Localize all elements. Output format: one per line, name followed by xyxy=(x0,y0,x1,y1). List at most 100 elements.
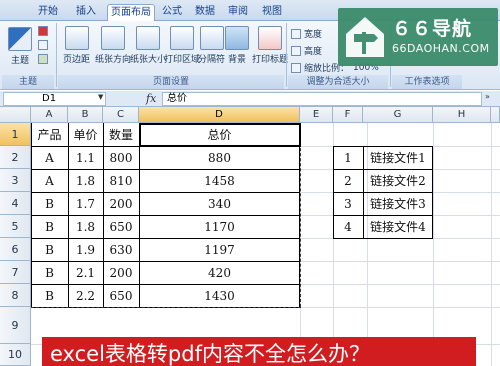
table-cell[interactable]: A xyxy=(31,169,68,192)
column-header-next[interactable] xyxy=(491,107,500,123)
formula-bar: D1 ▼ fx 总价 » xyxy=(0,91,500,107)
row-header-1[interactable]: 1 xyxy=(0,123,31,146)
column-header-f[interactable]: F xyxy=(333,107,363,123)
height-control[interactable]: 高度 xyxy=(291,44,322,57)
tab-formulas[interactable]: 公式 xyxy=(158,4,186,21)
table-cell[interactable]: 1.8 xyxy=(68,215,103,238)
group-separator xyxy=(56,23,57,87)
tab-review[interactable]: 审阅 xyxy=(224,4,252,21)
table-cell[interactable]: 650 xyxy=(103,215,139,238)
table-cell[interactable]: 1.8 xyxy=(68,169,103,192)
table-cell[interactable]: 1170 xyxy=(139,215,300,238)
link-file-4[interactable]: 链接文件4 xyxy=(363,215,433,238)
table-cell[interactable]: 1197 xyxy=(139,238,300,261)
table-cell[interactable]: 1.9 xyxy=(68,238,103,261)
table-cell[interactable]: 200 xyxy=(103,261,139,284)
table-cell[interactable]: B xyxy=(31,238,68,261)
link-number[interactable]: 2 xyxy=(333,169,363,192)
table-cell[interactable]: 1.7 xyxy=(68,192,103,215)
table-cell[interactable]: 630 xyxy=(103,238,139,261)
page-size-button[interactable]: 纸张大小 xyxy=(130,26,166,65)
table-cell[interactable]: B xyxy=(31,261,68,284)
link-number[interactable]: 1 xyxy=(333,146,363,169)
expand-formula-bar-icon[interactable]: » xyxy=(485,92,490,101)
margins-button[interactable]: 页边距 xyxy=(63,26,90,65)
breaks-icon xyxy=(199,26,224,50)
breaks-button[interactable]: 分隔符 xyxy=(198,26,225,65)
column-header-d[interactable]: D xyxy=(139,107,300,123)
width-icon xyxy=(291,28,301,39)
column-header-e[interactable]: E xyxy=(300,107,333,123)
table-cell[interactable]: 2.1 xyxy=(68,261,103,284)
print-area-button[interactable]: 打印区域 xyxy=(164,26,200,65)
background-button[interactable]: 背景 xyxy=(225,26,249,65)
row-header-7[interactable]: 7 xyxy=(0,261,31,284)
theme-effects-button[interactable] xyxy=(38,54,51,64)
link-number[interactable]: 3 xyxy=(333,192,363,215)
tab-page-layout[interactable]: 页面布局 xyxy=(107,4,155,21)
row-header-6[interactable]: 6 xyxy=(0,238,31,261)
table-header-quantity[interactable]: 数量 xyxy=(103,123,139,146)
row-header-5[interactable]: 5 xyxy=(0,215,31,238)
column-header-b[interactable]: B xyxy=(68,107,103,123)
orientation-button[interactable]: 纸张方向 xyxy=(95,26,131,65)
row-header-8[interactable]: 8 xyxy=(0,284,31,307)
logo-brand: ６６导航 xyxy=(392,18,473,40)
spreadsheet-grid[interactable]: A B C D E F G H 1 2 3 4 5 6 7 8 9 10 产品 … xyxy=(0,107,500,366)
column-header-a[interactable]: A xyxy=(31,107,68,123)
tab-home[interactable]: 开始 xyxy=(33,4,63,21)
table-header-product[interactable]: 产品 xyxy=(31,123,68,146)
column-header-c[interactable]: C xyxy=(103,107,139,123)
table-cell[interactable]: 420 xyxy=(139,261,300,284)
table-cell[interactable]: 650 xyxy=(103,284,139,307)
table-cell[interactable]: 810 xyxy=(103,169,139,192)
row-header-9[interactable]: 9 xyxy=(0,307,31,344)
tab-view[interactable]: 视图 xyxy=(258,4,286,21)
tab-data[interactable]: 数据 xyxy=(191,4,219,21)
margins-label: 页边距 xyxy=(63,55,91,65)
themes-label: 主题 xyxy=(10,56,29,66)
row-header-10[interactable]: 10 xyxy=(0,344,31,366)
tab-insert[interactable]: 插入 xyxy=(72,4,100,21)
row-header-4[interactable]: 4 xyxy=(0,192,31,215)
link-file-3[interactable]: 链接文件3 xyxy=(363,192,433,215)
column-header-h[interactable]: H xyxy=(433,107,491,123)
formula-input[interactable]: 总价 xyxy=(162,92,482,106)
column-header-g[interactable]: G xyxy=(363,107,433,123)
row-header-2[interactable]: 2 xyxy=(0,146,31,169)
table-cell[interactable]: 800 xyxy=(103,146,139,169)
table-cell[interactable]: 2.2 xyxy=(68,284,103,307)
link-number[interactable]: 4 xyxy=(333,215,363,238)
table-cell[interactable]: 1458 xyxy=(139,169,300,192)
theme-colors-button[interactable] xyxy=(38,26,51,36)
link-file-1[interactable]: 链接文件1 xyxy=(363,146,433,169)
insert-function-button[interactable]: fx xyxy=(146,92,156,105)
caption-banner: excel表格转pdf内容不全怎么办？ xyxy=(42,337,476,366)
table-cell[interactable]: B xyxy=(31,215,68,238)
print-area-icon xyxy=(170,26,194,50)
table-cell[interactable]: 880 xyxy=(139,146,300,169)
chevron-down-icon[interactable]: ▼ xyxy=(98,93,103,101)
table-header-total[interactable]: 总价 xyxy=(139,123,300,146)
link-file-2[interactable]: 链接文件2 xyxy=(363,169,433,192)
table-header-price[interactable]: 单价 xyxy=(68,123,103,146)
select-all-corner[interactable] xyxy=(0,107,31,123)
caption-text: excel表格转pdf内容不全怎么办？ xyxy=(50,342,370,366)
table-cell[interactable]: 1.1 xyxy=(68,146,103,169)
margins-icon xyxy=(64,26,89,50)
table-cell[interactable]: 340 xyxy=(139,192,300,215)
themes-button[interactable]: 主题 xyxy=(8,27,32,66)
table-cell[interactable]: 1430 xyxy=(139,284,300,307)
row-header-3[interactable]: 3 xyxy=(0,169,31,192)
table-cell[interactable]: A xyxy=(31,146,68,169)
table-cell[interactable]: B xyxy=(31,284,68,307)
table-cell[interactable]: 200 xyxy=(103,192,139,215)
table-cell[interactable]: B xyxy=(31,192,68,215)
theme-fonts-button[interactable] xyxy=(38,40,51,50)
width-control[interactable]: 宽度 xyxy=(291,27,322,40)
print-titles-button[interactable]: 打印标题 xyxy=(252,26,288,65)
font-icon xyxy=(38,40,48,50)
name-box[interactable]: D1 xyxy=(3,92,106,106)
group-separator xyxy=(286,23,287,87)
page-size-label: 纸张大小 xyxy=(130,55,167,65)
